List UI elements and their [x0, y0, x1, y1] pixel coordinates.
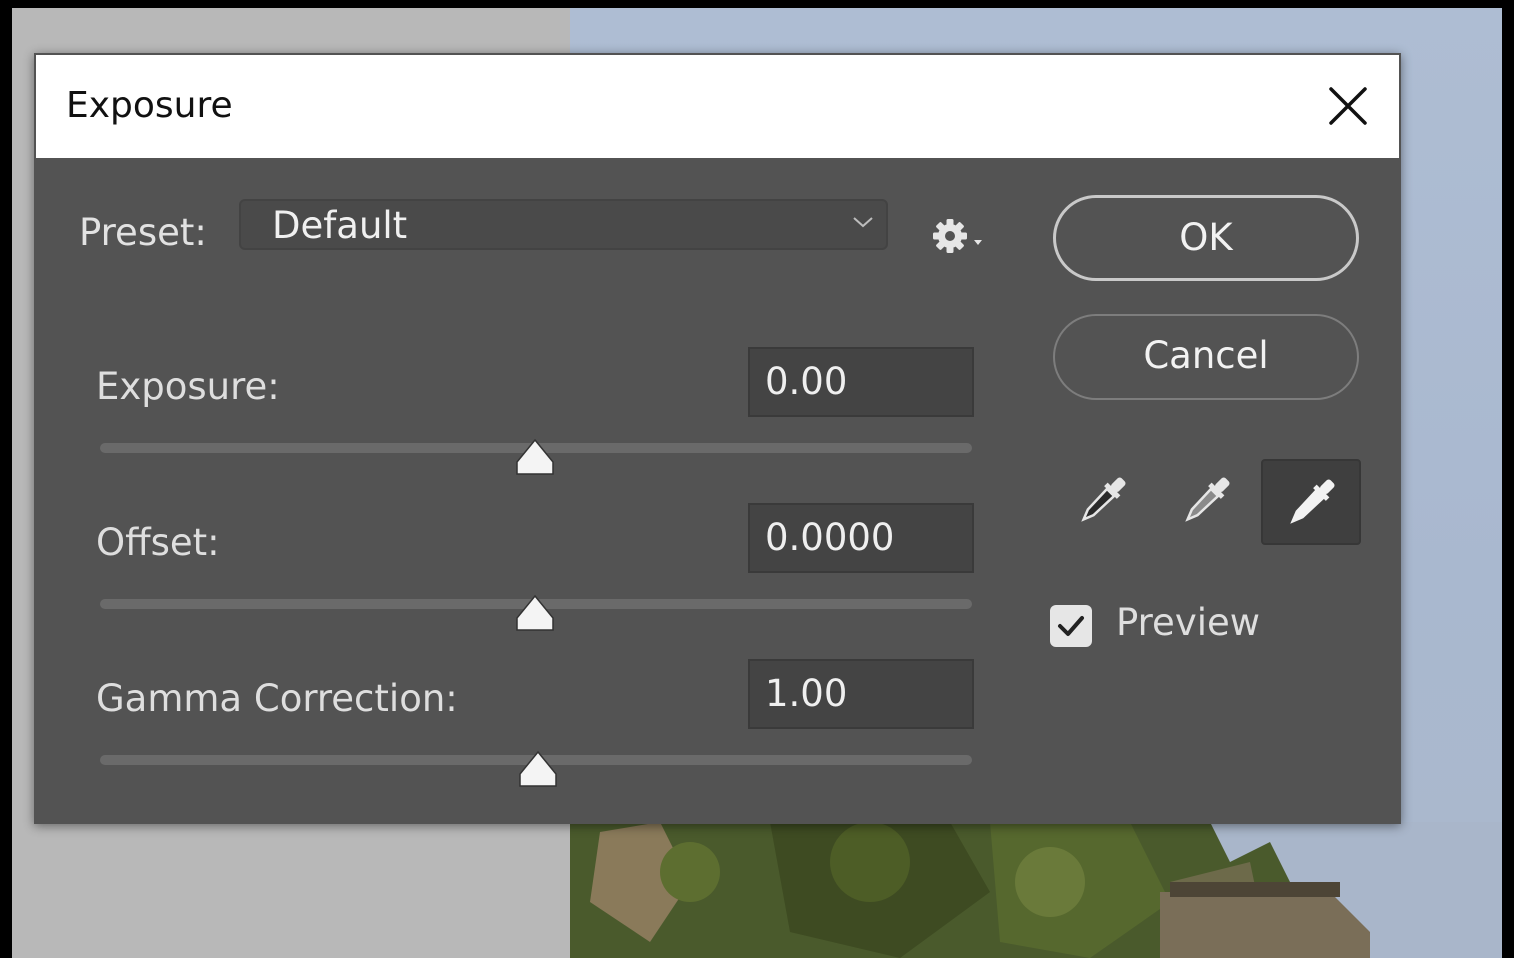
gamma-correction-input[interactable]: 1.00 [748, 659, 974, 729]
preset-selected-value: Default [272, 204, 408, 247]
gray-point-eyedropper-icon [1185, 477, 1230, 522]
preview-label: Preview [1116, 601, 1261, 644]
offset-slider-thumb[interactable] [515, 594, 555, 632]
checkmark-icon [1058, 616, 1084, 636]
gamma-slider-thumb[interactable] [518, 750, 558, 788]
dialog-title: Exposure [66, 85, 233, 126]
offset-label: Offset: [96, 521, 220, 564]
black-point-eyedropper-button[interactable] [1061, 459, 1143, 543]
exposure-slider-thumb[interactable] [515, 438, 555, 476]
exposure-label: Exposure: [96, 365, 280, 408]
gear-icon [933, 219, 982, 253]
ok-button[interactable]: OK [1053, 195, 1359, 281]
black-point-eyedropper-icon [1081, 477, 1126, 522]
title-bar: Exposure [36, 55, 1399, 158]
gamma-correction-label: Gamma Correction: [96, 677, 458, 720]
preset-options-button[interactable] [930, 216, 986, 256]
offset-input[interactable]: 0.0000 [748, 503, 974, 573]
gray-point-eyedropper-button[interactable] [1165, 459, 1247, 543]
image-canvas-photo [570, 822, 1502, 958]
preset-dropdown[interactable]: Default [239, 199, 888, 250]
white-point-eyedropper-button[interactable] [1261, 459, 1361, 545]
white-point-eyedropper-icon [1290, 479, 1335, 524]
exposure-dialog: Exposure Preset: Default Exposure: 0.00 … [34, 53, 1401, 824]
close-button[interactable] [1327, 85, 1369, 127]
close-icon [1329, 87, 1367, 125]
exposure-input[interactable]: 0.00 [748, 347, 974, 417]
preview-checkbox[interactable] [1050, 605, 1092, 647]
cancel-button[interactable]: Cancel [1053, 314, 1359, 400]
preset-label: Preset: [79, 211, 207, 254]
chevron-down-icon [853, 217, 873, 228]
